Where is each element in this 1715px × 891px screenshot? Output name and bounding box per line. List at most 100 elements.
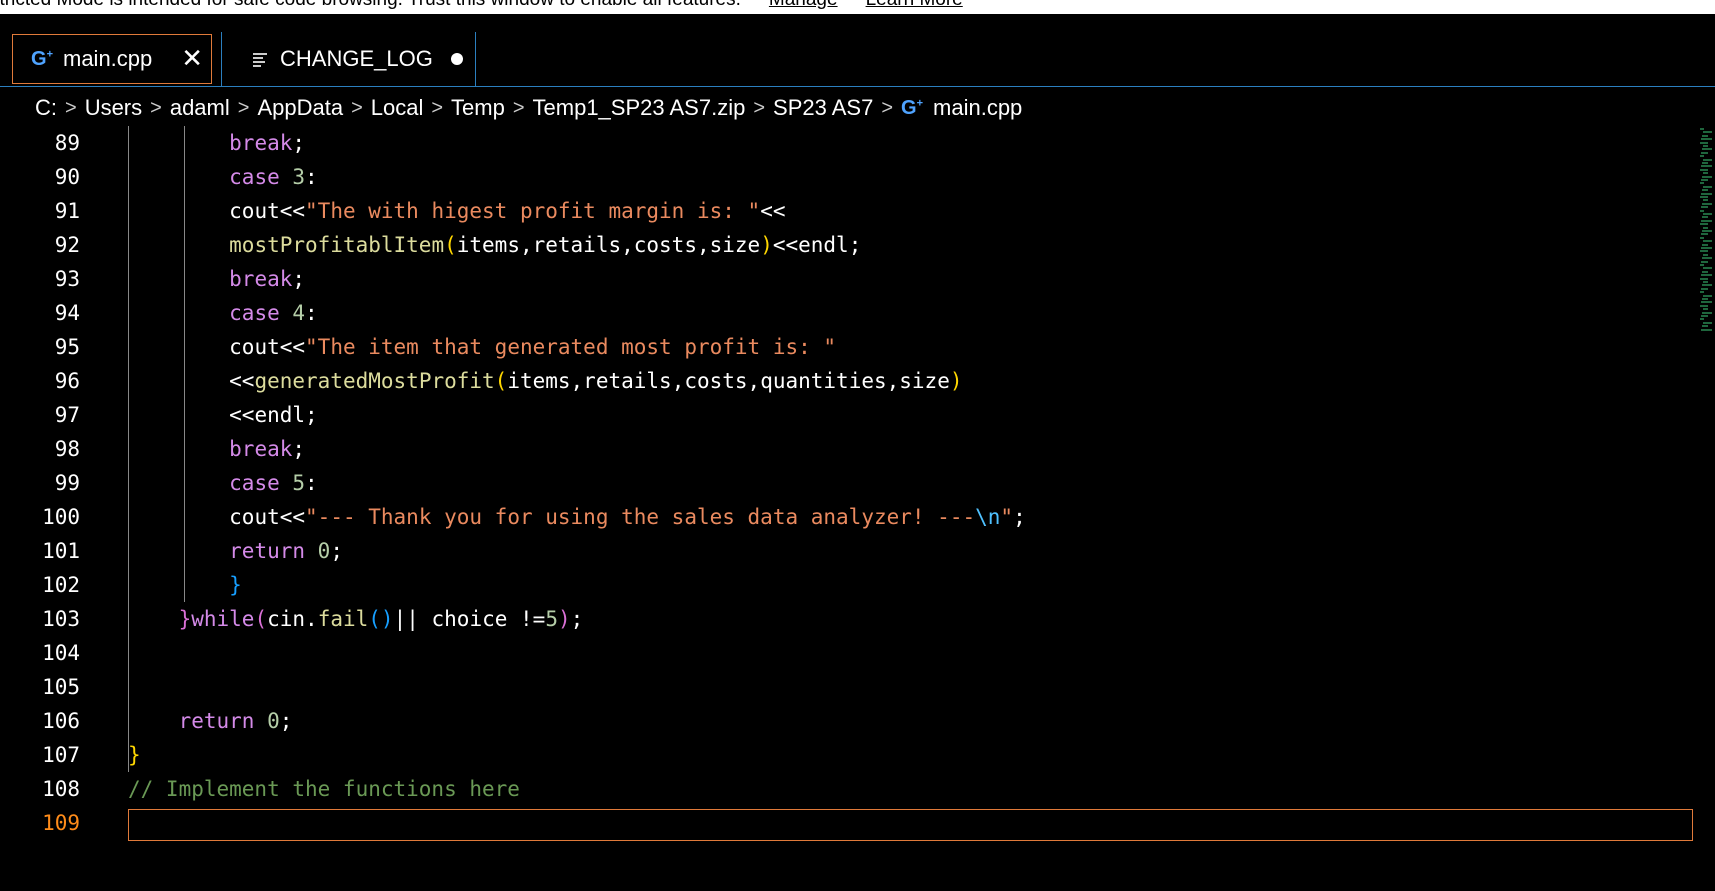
code-text: mostProfitablItem(items,retails,costs,si…	[128, 228, 861, 262]
breadcrumb-item[interactable]: Users	[85, 95, 142, 121]
code-line[interactable]: 91 cout<<"The with higest profit margin …	[0, 194, 1700, 228]
line-number: 93	[54, 267, 80, 291]
code-text: cout<<"The item that generated most prof…	[128, 330, 836, 364]
code-text: <<generatedMostProfit(items,retails,cost…	[128, 364, 963, 398]
breadcrumb-item[interactable]: AppData	[257, 95, 343, 121]
code-line[interactable]: 105	[0, 670, 1700, 704]
breadcrumb-item[interactable]: Local	[371, 95, 424, 121]
code-text: }while(cin.fail()|| choice !=5);	[128, 602, 584, 636]
line-number: 106	[42, 709, 80, 733]
minimap-line	[1703, 131, 1712, 134]
minimap-line	[1700, 304, 1708, 307]
code-line[interactable]: 93 break;	[0, 262, 1700, 296]
breadcrumb-item[interactable]: adaml	[170, 95, 230, 121]
code-text: }	[128, 738, 141, 772]
chevron-right-icon: >	[753, 96, 766, 119]
cpp-file-icon: G+	[901, 96, 924, 119]
code-text: break;	[128, 126, 305, 160]
minimap-line	[1703, 199, 1708, 202]
code-editor[interactable]: 89 break; 90 case 3: 91 cout<<"The with hi…	[0, 126, 1715, 891]
minimap-line	[1700, 141, 1708, 144]
code-line[interactable]: 96 <<generatedMostProfit(items,retails,c…	[0, 364, 1700, 398]
code-token: )	[557, 607, 571, 631]
minimap-line	[1700, 128, 1704, 130]
line-number: 101	[42, 539, 80, 563]
code-text: case 5:	[128, 466, 318, 500]
code-line[interactable]: 94 case 4:	[0, 296, 1700, 330]
code-token: :	[305, 301, 318, 325]
minimap-line	[1700, 223, 1708, 226]
code-token: (	[444, 233, 457, 257]
code-token: mostProfitablItem	[229, 233, 445, 257]
code-token: "	[1000, 505, 1014, 529]
code-token: \n	[975, 505, 1001, 529]
minimap-line	[1703, 267, 1712, 270]
code-token: fail	[317, 607, 369, 631]
code-line[interactable]: 106 return 0;	[0, 704, 1700, 738]
breadcrumb-item[interactable]: Temp1_SP23 AS7.zip	[533, 95, 746, 121]
editor-tab-bar: G+ main.cpp ✕ CHANGE_LOG	[0, 32, 1715, 87]
code-text: // Implement the functions here	[128, 772, 520, 806]
line-number: 91	[54, 199, 80, 223]
code-text: cout<<"The with higest profit margin is:…	[128, 194, 785, 228]
code-text: case 3:	[128, 160, 318, 194]
code-line[interactable]: 98 break;	[0, 432, 1700, 466]
minimap-line	[1701, 151, 1708, 154]
code-line[interactable]: 89 break;	[0, 126, 1700, 160]
tab-change-log[interactable]: CHANGE_LOG	[252, 34, 472, 84]
minimap[interactable]	[1700, 128, 1712, 338]
code-token: <<endl;	[772, 233, 862, 257]
code-line[interactable]: 97 <<endl;	[0, 398, 1700, 432]
minimap-line	[1701, 247, 1712, 249]
minimap-line	[1702, 162, 1708, 164]
minimap-line	[1702, 189, 1708, 192]
code-text: }	[128, 568, 242, 602]
breadcrumb-item[interactable]: C:	[35, 95, 57, 121]
code-token: "The item that generated most profit is:…	[305, 335, 837, 359]
code-line[interactable]: 95 cout<<"The item that generated most p…	[0, 330, 1700, 364]
code-line[interactable]: 99 case 5:	[0, 466, 1700, 500]
line-number: 92	[54, 233, 80, 257]
code-token: }	[229, 573, 242, 597]
code-line[interactable]: 108 // Implement the functions here	[0, 772, 1700, 806]
unsaved-dot-icon[interactable]	[450, 53, 463, 65]
code-token: ;	[570, 607, 584, 631]
minimap-line	[1703, 281, 1708, 283]
manage-link[interactable]: Manage	[769, 0, 838, 11]
code-line[interactable]: 103 }while(cin.fail()|| choice !=5);	[0, 602, 1700, 636]
minimap-line	[1703, 158, 1712, 161]
code-line[interactable]: 90 case 3:	[0, 160, 1700, 194]
code-line[interactable]: 100 cout<<"--- Thank you for using the s…	[0, 500, 1700, 534]
code-line[interactable]: 101 return 0;	[0, 534, 1700, 568]
code-token: ;	[292, 267, 306, 291]
minimap-line	[1703, 213, 1712, 215]
code-line[interactable]: 109	[0, 806, 1700, 840]
code-line[interactable]: 92 mostProfitablItem(items,retails,costs…	[0, 228, 1700, 262]
minimap-line	[1702, 284, 1712, 287]
line-number: 90	[54, 165, 80, 189]
breadcrumb-item[interactable]: main.cpp	[933, 95, 1022, 121]
code-text: return 0;	[128, 704, 293, 738]
tab-main-cpp[interactable]: G+ main.cpp ✕	[12, 34, 212, 84]
code-token: (	[254, 607, 268, 631]
breadcrumb-item[interactable]: SP23 AS7	[773, 95, 873, 121]
code-line[interactable]: 104	[0, 636, 1700, 670]
breadcrumb-item[interactable]: Temp	[451, 95, 505, 121]
minimap-line	[1702, 257, 1712, 260]
code-token: <<	[229, 369, 255, 393]
code-token: ;	[279, 709, 293, 733]
code-line[interactable]: 107}	[0, 738, 1700, 772]
close-icon[interactable]: ✕	[181, 43, 203, 73]
code-token: <<	[279, 335, 306, 359]
learn-more-link[interactable]: Learn More	[866, 0, 963, 11]
minimap-line	[1700, 182, 1704, 185]
code-line[interactable]: 102 }	[0, 568, 1700, 602]
code-token: )	[949, 369, 963, 393]
